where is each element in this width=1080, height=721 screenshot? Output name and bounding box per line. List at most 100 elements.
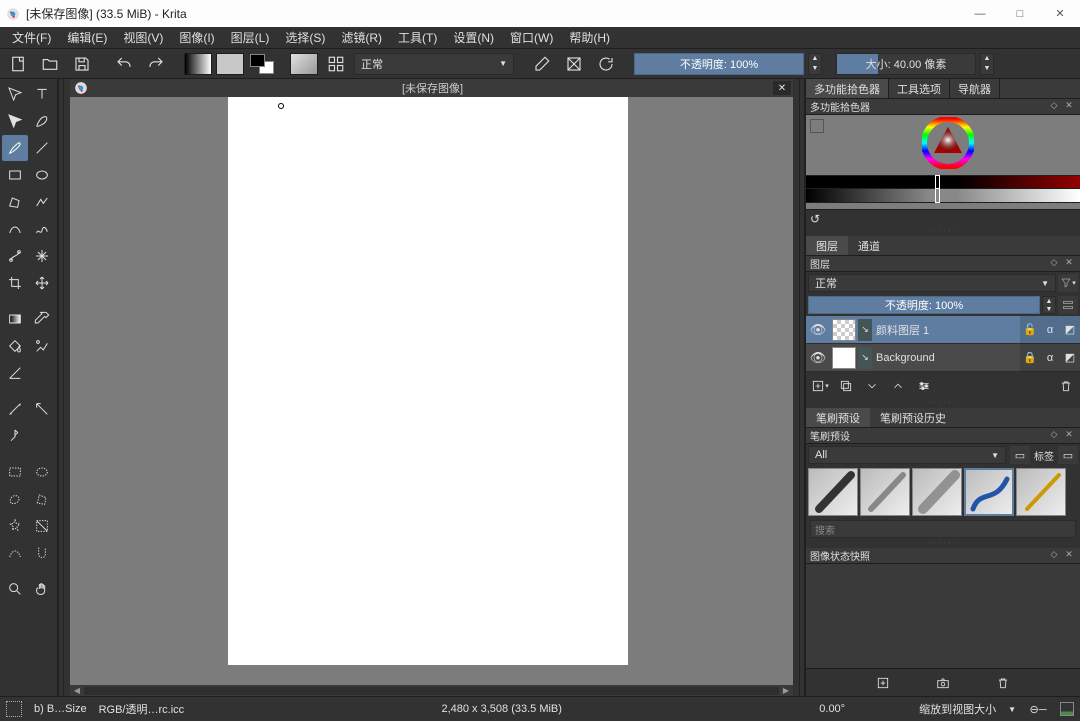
tool-calligraphy[interactable] bbox=[29, 108, 55, 134]
menu-help[interactable]: 帮助(H) bbox=[561, 27, 618, 48]
canvas-viewport[interactable] bbox=[70, 97, 793, 685]
layer-properties-button[interactable] bbox=[1058, 296, 1078, 314]
tool-select-contiguous[interactable] bbox=[2, 513, 28, 539]
alpha-icon[interactable]: α bbox=[1040, 316, 1060, 344]
tool-line[interactable] bbox=[29, 135, 55, 161]
panel-splitter[interactable]: ······ bbox=[806, 540, 1080, 548]
brush-preset[interactable] bbox=[1016, 468, 1066, 516]
tool-zoom[interactable] bbox=[2, 576, 28, 602]
tool-freehand-path[interactable] bbox=[29, 216, 55, 242]
opacity-spinner[interactable]: ▲▼ bbox=[808, 53, 822, 75]
status-angle[interactable]: 0.00° bbox=[819, 703, 845, 715]
close-panel-button[interactable]: ✕ bbox=[1062, 549, 1076, 563]
layer-blend-mode[interactable]: 正常▼ bbox=[808, 274, 1056, 292]
selection-mode-icon[interactable] bbox=[6, 701, 22, 717]
tool-fill[interactable] bbox=[2, 333, 28, 359]
layer-filter-button[interactable]: ▾ bbox=[1058, 274, 1078, 292]
tab-brush-history[interactable]: 笔刷预设历史 bbox=[870, 408, 956, 427]
float-panel-button[interactable]: ◇ bbox=[1047, 100, 1061, 114]
tab-color-picker[interactable]: 多功能拾色器 bbox=[806, 79, 889, 98]
layer-expand-icon[interactable]: ↘ bbox=[858, 347, 872, 369]
new-file-button[interactable] bbox=[4, 51, 32, 77]
inherit-alpha-icon[interactable]: ◩ bbox=[1060, 316, 1080, 344]
lock-icon[interactable]: 🔒 bbox=[1020, 344, 1040, 372]
color-picker-panel[interactable] bbox=[806, 115, 1080, 210]
canvas[interactable] bbox=[228, 97, 628, 665]
menu-image[interactable]: 图像(I) bbox=[171, 27, 222, 48]
menu-select[interactable]: 选择(S) bbox=[277, 27, 333, 48]
brush-preset[interactable] bbox=[964, 468, 1014, 516]
menu-settings[interactable]: 设置(N) bbox=[445, 27, 502, 48]
color-swap[interactable] bbox=[248, 53, 276, 75]
tool-polygon[interactable] bbox=[2, 189, 28, 215]
close-button[interactable]: ✕ bbox=[1040, 0, 1080, 27]
duplicate-layer-button[interactable] bbox=[836, 376, 856, 396]
redo-button[interactable] bbox=[142, 51, 170, 77]
float-panel-button[interactable]: ◇ bbox=[1047, 549, 1061, 563]
add-layer-button[interactable]: ▾ bbox=[810, 376, 830, 396]
menu-filter[interactable]: 滤镜(R) bbox=[333, 27, 390, 48]
tool-measure[interactable] bbox=[2, 396, 28, 422]
tool-select-magnetic[interactable] bbox=[29, 540, 55, 566]
alpha-icon[interactable]: α bbox=[1040, 344, 1060, 372]
tab-tool-options[interactable]: 工具选项 bbox=[889, 79, 950, 98]
color-value-strip[interactable] bbox=[806, 189, 1080, 203]
zoom-dropdown-icon[interactable]: ▼ bbox=[1008, 705, 1016, 714]
layer-item-background[interactable]: 👁 ↘ Background 🔒 α ◩ bbox=[806, 344, 1080, 372]
tool-select-similar[interactable] bbox=[29, 513, 55, 539]
menu-layer[interactable]: 图层(L) bbox=[223, 27, 278, 48]
snapshot-add-button[interactable] bbox=[873, 673, 893, 693]
menu-file[interactable]: 文件(F) bbox=[4, 27, 59, 48]
brush-search-input[interactable]: 搜索 bbox=[810, 520, 1076, 538]
snapshot-delete-button[interactable] bbox=[993, 673, 1013, 693]
tool-multi-brush[interactable] bbox=[29, 243, 55, 269]
color-options-icon[interactable] bbox=[810, 119, 824, 133]
tool-color-picker[interactable] bbox=[29, 306, 55, 332]
layer-name-label[interactable]: 颜料图层 1 bbox=[872, 322, 1020, 338]
size-spinner[interactable]: ▲▼ bbox=[980, 53, 994, 75]
tool-reference[interactable] bbox=[29, 396, 55, 422]
float-panel-button[interactable]: ◇ bbox=[1047, 429, 1061, 443]
tool-crop[interactable] bbox=[2, 270, 28, 296]
zoom-select[interactable]: 缩放到视图大小 bbox=[919, 701, 996, 717]
document-tab-title[interactable]: [未保存图像] bbox=[92, 80, 773, 96]
tab-layers[interactable]: 图层 bbox=[806, 236, 848, 255]
gradient-selector[interactable] bbox=[184, 53, 212, 75]
tool-rectangle[interactable] bbox=[2, 162, 28, 188]
tool-polyline[interactable] bbox=[29, 189, 55, 215]
tool-select-bezier[interactable] bbox=[2, 540, 28, 566]
tool-edit-shapes[interactable] bbox=[2, 108, 28, 134]
document-close-button[interactable]: ✕ bbox=[773, 81, 791, 95]
undo-button[interactable] bbox=[110, 51, 138, 77]
brush-preset[interactable] bbox=[912, 468, 962, 516]
tab-navigator[interactable]: 导航器 bbox=[950, 79, 1000, 98]
zoom-slider[interactable]: ⊖─ bbox=[1028, 703, 1048, 716]
reload-preset-button[interactable] bbox=[592, 51, 620, 77]
move-layer-up-button[interactable] bbox=[888, 376, 908, 396]
brush-hud-button[interactable] bbox=[322, 51, 350, 77]
layer-opacity-spinner[interactable]: ▲▼ bbox=[1042, 296, 1056, 314]
tool-assistant[interactable] bbox=[2, 360, 28, 386]
menu-window[interactable]: 窗口(W) bbox=[502, 27, 561, 48]
visibility-toggle-icon[interactable]: 👁 bbox=[806, 350, 830, 366]
layer-item-paint[interactable]: 👁 ↘ 颜料图层 1 🔓 α ◩ bbox=[806, 316, 1080, 344]
tool-select-freehand[interactable] bbox=[2, 486, 28, 512]
tool-move[interactable] bbox=[29, 270, 55, 296]
alpha-lock-button[interactable] bbox=[560, 51, 588, 77]
color-wheel[interactable] bbox=[922, 117, 974, 169]
layer-settings-button[interactable] bbox=[914, 376, 934, 396]
menu-tools[interactable]: 工具(T) bbox=[390, 27, 445, 48]
tool-gradient[interactable] bbox=[2, 306, 28, 332]
snapshot-camera-button[interactable] bbox=[933, 673, 953, 693]
opacity-slider[interactable]: 不透明度: 100% bbox=[634, 53, 804, 75]
close-panel-button[interactable]: ✕ bbox=[1062, 429, 1076, 443]
brush-tag-select[interactable]: All▼ bbox=[808, 446, 1006, 464]
tool-pin[interactable] bbox=[2, 423, 28, 449]
layer-name-label[interactable]: Background bbox=[872, 352, 1020, 364]
maximize-button[interactable]: □ bbox=[1000, 0, 1040, 27]
visibility-toggle-icon[interactable]: 👁 bbox=[806, 322, 830, 338]
tool-pan[interactable] bbox=[29, 576, 55, 602]
lock-icon[interactable]: 🔓 bbox=[1020, 316, 1040, 344]
layer-opacity-slider[interactable]: 不透明度: 100% bbox=[808, 296, 1040, 314]
tab-channels[interactable]: 通道 bbox=[848, 236, 890, 255]
